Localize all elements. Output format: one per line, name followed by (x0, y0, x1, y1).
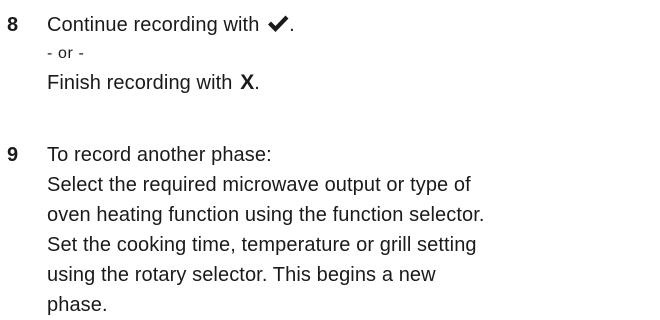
instruction-page: { "steps": [ { "number": "8", "continue_… (0, 0, 660, 316)
step-line: phase. (47, 294, 108, 316)
step-body: To record another phase: Select the requ… (47, 140, 659, 320)
step-number: 8 (7, 14, 19, 36)
step-line: To record another phase: (47, 144, 272, 166)
finish-line: Finish recording with X. (47, 68, 659, 98)
step-number: 9 (7, 144, 19, 166)
step-line: Select the required microwave output or … (47, 174, 471, 196)
finish-end: . (254, 72, 260, 94)
continue-line: Continue recording with . (47, 10, 659, 40)
or-line: - or - (47, 45, 85, 62)
step-line: using the rotary selector. This begins a… (47, 264, 436, 286)
step-body: Continue recording with . - or - Finish … (47, 10, 659, 98)
continue-text: Continue recording with (47, 14, 260, 36)
x-icon: X (240, 71, 255, 94)
finish-text: Finish recording with (47, 72, 233, 94)
step-line: Set the cooking time, temperature or gri… (47, 234, 477, 256)
continue-end: . (289, 14, 295, 36)
check-icon (267, 13, 289, 43)
step-line: oven heating function using the function… (47, 204, 485, 226)
